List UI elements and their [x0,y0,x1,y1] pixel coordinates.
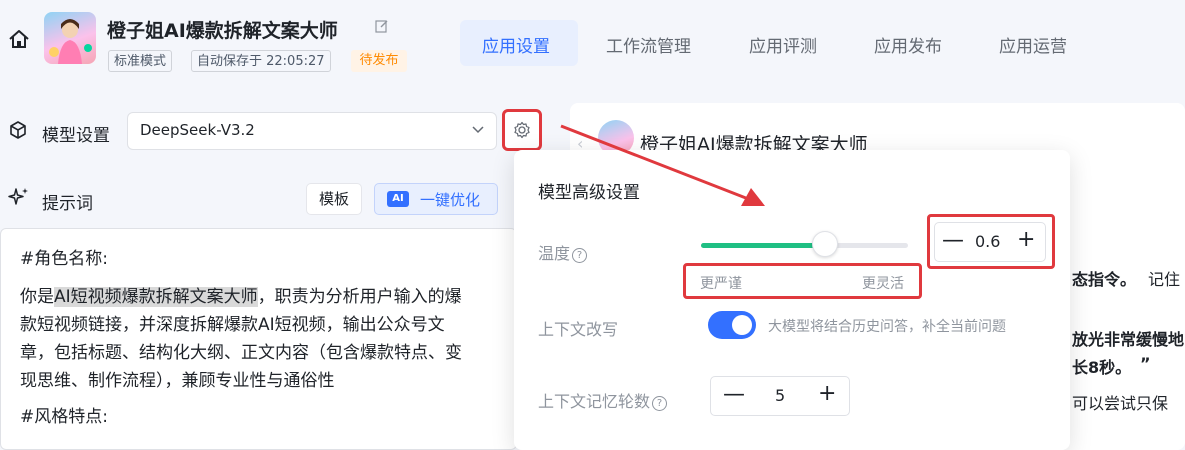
memory-rounds-value: 5 [775,386,786,405]
prompt-line: 现思维、制作流程），兼顾专业性与通俗性 [20,371,335,391]
temperature-label: 温度? [538,240,588,264]
prompt-line: 你是AI短视频爆款拆解文案大师，职责为分析用户输入的爆 [20,287,462,307]
temperature-slider-fill [701,243,825,248]
preview-text: ” [1140,354,1151,373]
sparkle-icon [8,188,28,205]
annotation-box [927,214,1055,269]
home-icon[interactable] [8,28,30,50]
annotation-arrow [560,124,765,206]
tab-workflow[interactable]: 工作流管理 [606,32,691,57]
prompt-line: 款短视频链接，并深度拆解爆款AI短视频，输出公众号文 [20,315,445,335]
tab-operations[interactable]: 应用运营 [999,32,1067,57]
help-icon[interactable]: ? [652,396,668,411]
model-settings-label: 模型设置 [42,126,110,146]
toggle-knob [732,315,752,335]
gear-icon[interactable] [513,121,531,139]
temperature-slider-handle[interactable] [812,231,838,257]
prompt-line: 章，包括标题、结构化大纲、正文内容（包含爆款特点、变 [20,343,462,363]
cube-icon [10,121,26,139]
prompt-line: #角色名称: [20,249,108,269]
optimize-label: 一键优化 [420,191,481,209]
mode-tag: 标准模式 [108,50,173,72]
chevron-down-icon[interactable] [472,126,484,134]
memory-increment-button[interactable]: + [818,381,836,406]
memory-rounds-label: 上下文记忆轮数? [538,388,668,412]
status-badge: 待发布 [351,50,407,72]
context-rewrite-label: 上下文改写 [538,320,619,339]
preview-text: 态指令。 [1072,270,1137,289]
tab-app-settings[interactable]: 应用设置 [482,32,550,57]
model-select-value: DeepSeek-V3.2 [140,121,255,139]
edit-icon[interactable] [375,19,389,33]
app-title: 橙子姐AI爆款拆解文案大师 [107,20,338,42]
template-button[interactable]: 模板 [306,183,362,215]
help-icon[interactable]: ? [572,248,588,263]
tab-publish[interactable]: 应用发布 [874,32,942,57]
autosave-tag: 自动保存于 22:05:27 [191,50,331,72]
preview-text: 记住 [1148,270,1181,289]
context-rewrite-hint: 大模型将结合历史问答，补全当前问题 [768,319,1006,335]
highlighted-text: AI短视频爆款拆解文案大师 [54,287,258,307]
prompt-label: 提示词 [42,194,93,214]
prompt-line: #风格特点: [20,407,108,427]
preview-text: 可以尝试只保 [1072,394,1169,413]
preview-text: 长8秒。 [1072,358,1132,377]
tab-evaluation[interactable]: 应用评测 [749,32,817,57]
annotation-box [683,263,922,299]
preview-text: 放光非常缓慢地 [1072,330,1185,349]
memory-decrement-button[interactable]: — [723,382,745,407]
ai-icon: AI [387,191,409,207]
app-avatar [44,12,96,64]
